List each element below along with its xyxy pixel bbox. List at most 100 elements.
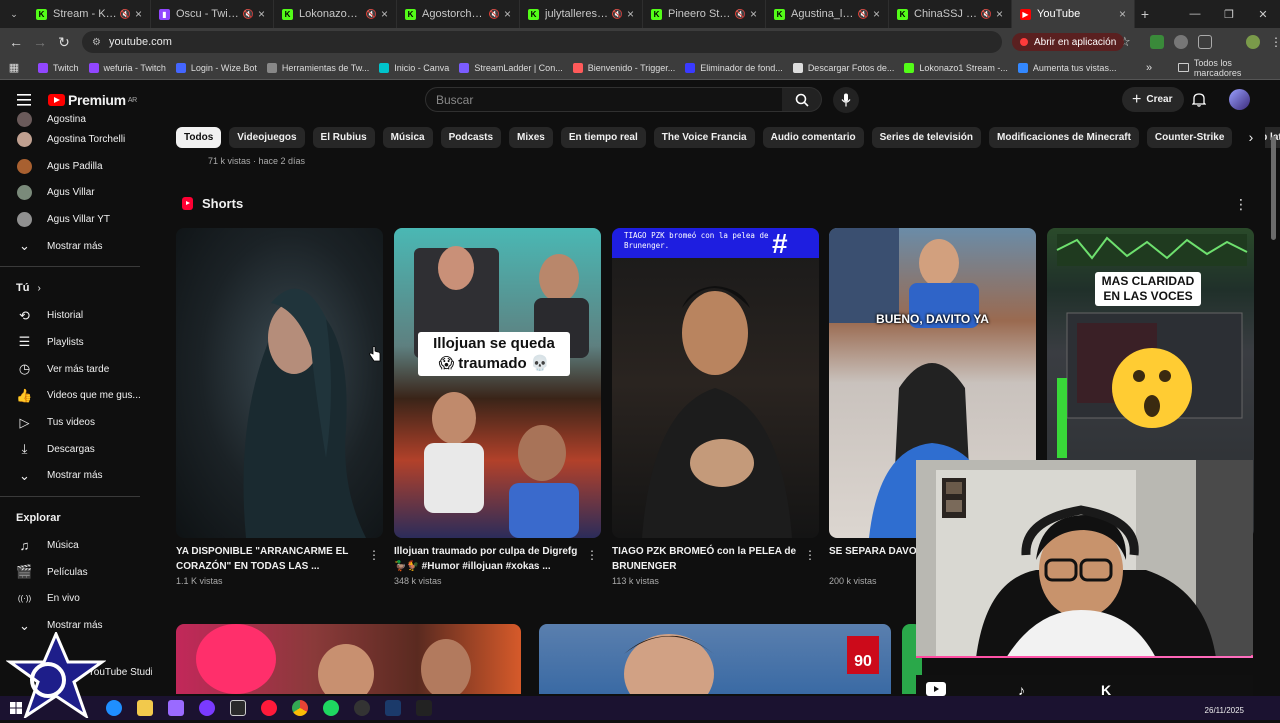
sidebar-subscription[interactable]: Agus Padilla [0,153,152,180]
category-chip[interactable]: En tiempo real [560,126,646,148]
close-tab-icon[interactable]: × [504,7,511,21]
hamburger-menu-icon[interactable] [17,93,31,111]
extension-icon[interactable] [1150,35,1164,49]
bookmark-item[interactable]: Descargar Fotos de... [792,62,894,73]
short-title[interactable]: TIAGO PZK BROMEÓ con la PELEA de BRUNENG… [612,544,797,574]
browser-menu-icon[interactable]: ⋮ [1270,35,1280,49]
video-thumbnail[interactable] [176,624,521,694]
reload-button[interactable]: ↻ [52,34,76,51]
extensions-puzzle-icon[interactable] [1198,35,1212,49]
browser-tab[interactable]: Kjulytalleres5 Strea🔇 × [520,0,643,28]
category-chip[interactable]: Podcasts [440,126,502,148]
category-chip[interactable]: Mixes [509,126,553,148]
voice-search-button[interactable] [833,87,859,113]
bookmark-item[interactable]: wefuria - Twitch [88,62,166,73]
shorts-more-options-icon[interactable]: ⋮ [1234,196,1248,213]
close-tab-icon[interactable]: × [627,7,634,21]
open-in-app-button[interactable]: Abrir en aplicación [1012,33,1125,51]
close-tab-icon[interactable]: × [750,7,757,21]
speaker-muted-icon[interactable]: 🔇 [243,9,254,20]
search-input[interactable]: Buscar [425,87,783,112]
browser-tab[interactable]: K Pineero Stream - Wa🔇 × [643,0,766,28]
sidebar-subscription[interactable]: Agus Villar YT [0,206,152,233]
speaker-muted-icon[interactable]: 🔇 [858,9,869,20]
video-thumbnail[interactable]: 90 [539,624,891,694]
browser-tab[interactable]: K Lokonazo1 Stream🔇 × [274,0,397,28]
bookmark-item[interactable]: StreamLadder | Con... [459,62,563,73]
apps-grid-icon[interactable]: ▦ [0,61,28,74]
close-tab-icon[interactable]: × [258,7,265,21]
browser-tab[interactable]: K Stream - Kick Dashbo🔇 × [28,0,151,28]
close-window-button[interactable]: ✕ [1246,8,1280,21]
all-bookmarks-folder[interactable]: Todos los marcadores [1178,58,1280,78]
chips-next-arrow-icon[interactable]: › [1237,126,1265,148]
category-chip[interactable]: Todos [176,126,222,148]
browser-tab[interactable]: K Agustina_lou18 Strea🔇 × [766,0,889,28]
category-chip[interactable]: Modificaciones de Minecraft [989,126,1139,148]
speaker-muted-icon[interactable]: 🔇 [366,9,377,20]
short-more-options-icon[interactable]: ⋮ [368,548,380,562]
close-tab-icon[interactable]: × [873,7,880,21]
bookmark-item[interactable]: Twitch [38,62,79,73]
back-button[interactable]: ← [4,34,28,50]
store-icon[interactable] [168,700,184,716]
app-icon[interactable] [199,700,215,716]
more-bookmarks-icon[interactable]: » [1146,62,1152,74]
page-scrollbar[interactable] [1271,136,1276,240]
sidebar-item[interactable]: 🎬 Películas [0,559,152,586]
extension-icon[interactable] [1174,35,1188,49]
category-chip[interactable]: Audio comentario [762,126,864,148]
youtube-premium-logo[interactable]: Premium AR [48,92,137,108]
create-button[interactable]: + Crear [1122,87,1185,112]
category-chip[interactable]: Series de televisión [871,126,981,148]
browser-tab[interactable]: ▶ YouTube × [1012,0,1135,28]
file-explorer-icon[interactable] [137,700,153,716]
restore-button[interactable]: ❐ [1212,8,1246,21]
close-tab-icon[interactable]: × [1119,7,1126,21]
account-avatar[interactable] [1229,89,1250,110]
short-title[interactable]: YA DISPONIBLE "ARRANCARME EL CORAZÓN" EN… [176,544,361,574]
browser-tab[interactable]: K ChinaSSJ Stream🔇 × [889,0,1012,28]
sidebar-item[interactable]: ⟲ Historial [0,302,152,329]
epic-games-icon[interactable] [416,700,432,716]
app-icon[interactable] [230,700,246,716]
bookmark-item[interactable]: Eliminador de fond... [685,62,783,73]
bookmark-item[interactable]: Lokonazo1 Stream -... [904,62,1008,73]
short-title[interactable]: Illojuan traumado por culpa de Digrefg 🦆… [394,544,579,574]
chrome-icon[interactable] [292,700,308,716]
sidebar-item[interactable]: 👍 Videos que me gus... [0,383,152,410]
speaker-muted-icon[interactable]: 🔇 [981,9,992,20]
new-tab-button[interactable]: + [1135,6,1155,22]
short-thumbnail[interactable]: Illojuan se queda 😱 traumado 💀 [394,228,601,538]
sidebar-subscription[interactable]: Agus Villar [0,179,152,206]
minimize-button[interactable]: — [1178,8,1212,20]
speaker-muted-icon[interactable]: 🔇 [489,9,500,20]
sidebar-item[interactable]: ◷ Ver más tarde [0,356,152,383]
category-chip[interactable]: Videojuegos [229,126,305,148]
short-title[interactable]: SE SEPARA DAVO? #davooxeneize #tw [829,544,919,559]
steam-icon[interactable] [385,700,401,716]
close-tab-icon[interactable]: × [996,7,1003,21]
opera-icon[interactable] [261,700,277,716]
edge-icon[interactable] [106,700,122,716]
sidebar-item[interactable]: ((·)) En vivo [0,586,152,613]
you-section-header[interactable]: Tú › [0,274,152,302]
profile-icon[interactable] [1246,35,1260,49]
category-chip[interactable]: Música [382,126,433,148]
category-chip[interactable]: Counter-Strike [1146,126,1233,148]
obs-icon[interactable] [354,700,370,716]
speaker-muted-icon[interactable]: 🔇 [612,9,623,20]
sidebar-subscription[interactable]: Agostina Torchelli [0,126,152,153]
sidebar-item[interactable]: ⤓ Descargas [0,436,152,463]
forward-button[interactable]: → [28,34,52,50]
tab-search-icon[interactable]: ⌄ [0,9,28,20]
bookmark-item[interactable]: Aumenta tus vistas... [1017,62,1116,73]
speaker-muted-icon[interactable]: 🔇 [120,9,131,20]
site-info-icon[interactable]: ⚙ [92,37,101,48]
address-bar[interactable]: ⚙ youtube.com [82,31,1002,53]
spotify-icon[interactable] [323,700,339,716]
close-tab-icon[interactable]: × [381,7,388,21]
subscriptions-show-more[interactable]: ⌄ Mostrar más [0,233,152,260]
bookmark-item[interactable]: Inicio - Canva [379,62,449,73]
short-thumbnail[interactable]: TIAGO PZK bromeó con la pelea de Bruneng… [612,228,819,538]
